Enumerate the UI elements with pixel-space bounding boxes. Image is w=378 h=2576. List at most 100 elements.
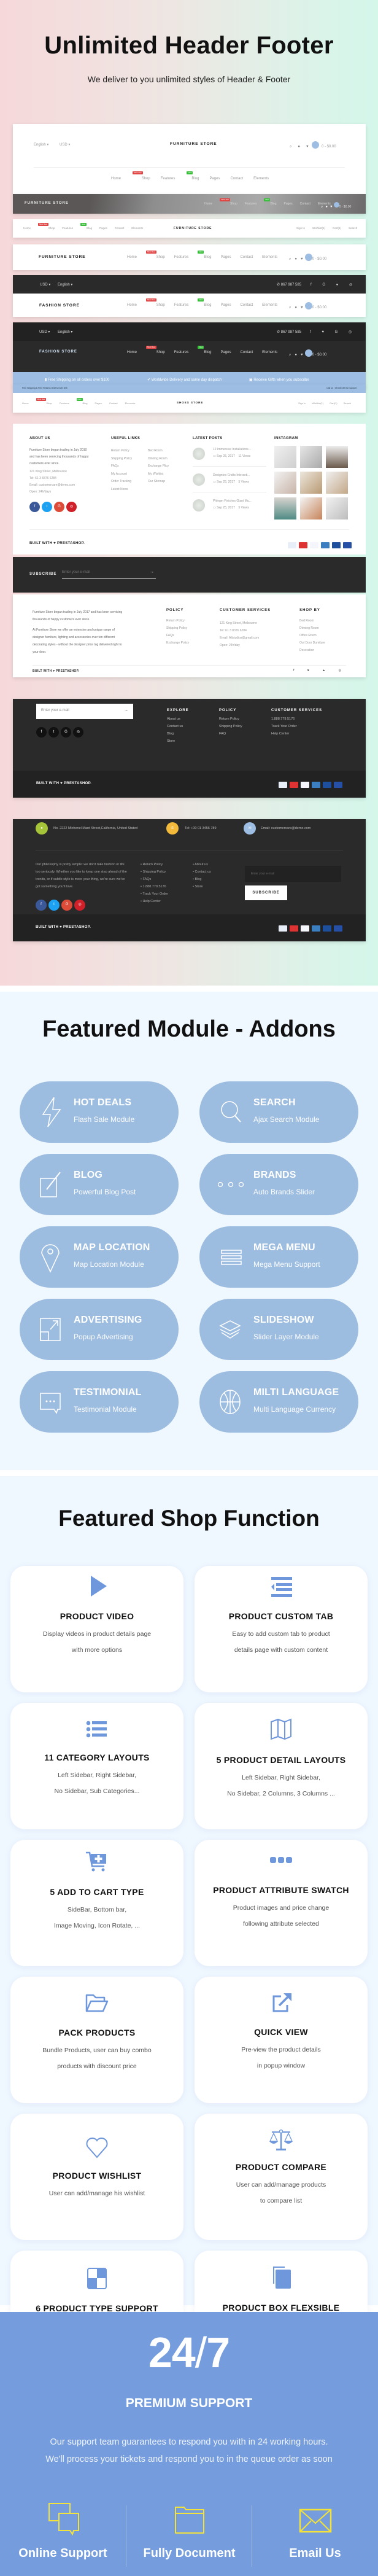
footer-link[interactable]: Contact us [167,723,183,730]
user-icon[interactable]: ● [295,306,297,309]
nav-contact[interactable]: Contact [230,177,243,181]
instagram-photo[interactable] [274,497,296,519]
nav-blog[interactable]: NewBlog [198,298,211,307]
module-map-location[interactable]: MAP LOCATION Map Location Module [20,1226,179,1288]
nav-shop[interactable]: Must SeeShop [38,223,55,230]
footer-link[interactable]: About us [167,715,183,723]
email-input[interactable]: Enter your e-mail → [36,704,133,719]
nav-contact[interactable]: Contact [240,303,253,307]
search-link[interactable]: Search [349,227,357,230]
heart-icon[interactable]: ♥ [301,257,303,261]
nav-contact[interactable]: Contact [240,351,253,354]
nav-home[interactable]: Home [204,202,212,206]
heart-icon[interactable]: ♥ [301,306,303,309]
nav-elements[interactable]: Elements [253,177,269,181]
footer-link[interactable]: Help Center [271,730,297,737]
post-thumbnail[interactable] [193,448,205,460]
footer-link[interactable]: Exchange Plicy [148,462,169,470]
nav-features[interactable]: Features [161,177,176,181]
post-thumbnail[interactable] [193,473,205,486]
footer-link[interactable]: • Contact us [193,868,211,876]
footer-link[interactable]: My Wishlist [148,470,169,478]
social-icons[interactable]: f ♥ G ◎ [310,330,357,334]
cart-icon[interactable] [333,202,339,208]
footer-link[interactable]: • Track Your Order [141,890,168,898]
search-icon[interactable]: ⌕ [321,205,323,209]
footer-link[interactable]: • Store [193,883,211,890]
post-thumbnail[interactable] [193,499,205,512]
nav-features[interactable]: Features [174,303,189,307]
footer-link[interactable]: Out Door Dumiture [299,639,325,647]
nav-contact[interactable]: Contact [109,402,118,405]
cart-icon[interactable] [304,253,312,261]
footer-link[interactable]: Return Policy [111,447,132,455]
module-brands[interactable]: BRANDS Auto Brands Slider [199,1154,358,1215]
nav-pages[interactable]: Pages [209,177,220,181]
footer-link[interactable]: • Shipping Policy [141,868,168,876]
nav-shop[interactable]: Must SeeShop [146,251,165,259]
post-item[interactable]: Phlegm Finishes Giant Mu... ▭ Sep 25, 201… [213,498,252,512]
footer-link[interactable]: • FAQs [141,876,168,883]
post-item[interactable]: Designtex Crafts Interacti... ▭ Sep 25, 2… [213,472,250,486]
facebook-icon[interactable]: f [36,900,47,911]
nav-elements[interactable]: Elements [125,402,136,405]
email-input[interactable]: Enter your e-mail [245,866,341,882]
cart-link[interactable]: Cart(1) [330,402,337,405]
nav-features[interactable]: Features [62,227,73,230]
footer-link[interactable]: Return Policy [166,617,189,625]
footer-link[interactable]: Order Tracking [111,478,132,486]
currency-select[interactable]: USD ▾ [40,282,50,287]
footer-link[interactable]: FAQ [219,730,242,737]
nav-home[interactable]: Home [111,177,121,181]
user-icon[interactable]: ● [295,353,297,357]
instagram-photo[interactable] [326,446,348,468]
email-us-item[interactable]: Email Us [252,2502,378,2576]
nav-pages[interactable]: Pages [284,202,292,206]
search-icon[interactable]: ⌕ [289,306,291,310]
twitter-icon[interactable]: t [48,727,59,737]
module-multi-language[interactable]: MILTI LANGUAGE Multi Language Currency [199,1371,358,1433]
user-icon[interactable]: ● [325,205,328,209]
arrow-right-icon[interactable]: → [124,708,128,712]
footer-link[interactable]: Store [167,737,183,745]
instagram-photo[interactable] [300,497,322,519]
nav-shop[interactable]: Must SeeShop [131,171,150,181]
search-link[interactable]: Search [344,402,352,405]
footer-link[interactable]: • Return Policy [141,861,168,868]
nav-blog[interactable]: NewBlog [198,346,211,354]
nav-features[interactable]: Features [174,351,189,354]
social-icons[interactable]: f G ● ◎ [310,282,357,287]
instagram-photo[interactable] [326,472,348,494]
twitter-icon[interactable]: t [42,502,52,512]
instagram-icon[interactable]: ◎ [73,727,83,737]
social-icons[interactable]: f ♥ ▲ ◎ [293,669,347,672]
cart-link[interactable]: Cart(1) [333,227,341,230]
footer-link[interactable]: Our Sitemap [148,478,169,486]
footer-link[interactable]: Shipping Policy [219,723,242,730]
module-search[interactable]: SEARCH Ajax Search Module [199,1081,358,1143]
heart-icon[interactable]: ♥ [306,145,309,149]
heart-icon[interactable]: ♥ [330,205,333,209]
google-icon[interactable]: G [61,900,72,911]
user-icon[interactable]: ● [298,145,300,149]
footer-link[interactable]: Shipping Policy [166,625,189,632]
footer-link[interactable]: • 1.888.779.5176 [141,883,168,890]
cart-icon[interactable] [304,302,312,309]
footer-link[interactable]: • Help Center [141,898,168,905]
footer-link[interactable]: Track Your Order [271,723,297,730]
post-item[interactable]: 12 Immersive Installations... ▭ Sep 25, 2… [213,446,251,460]
search-icon[interactable]: ⌕ [290,145,291,149]
cart-icon[interactable] [304,349,312,357]
nav-pages[interactable]: Pages [95,402,102,405]
footer-link[interactable]: Shipping Policy [111,455,132,463]
instagram-photo[interactable] [300,446,322,468]
footer-link[interactable]: Return Policy [219,715,242,723]
footer-link[interactable]: Blog [167,730,183,737]
nav-blog[interactable]: NewBlog [264,198,276,206]
nav-pages[interactable]: Pages [220,303,231,307]
currency-select[interactable]: USD ▾ [39,330,50,334]
google-icon[interactable]: G [61,727,71,737]
module-advertising[interactable]: ADVERTISING Popup Advertising [20,1299,179,1360]
nav-shop[interactable]: Must SeeShop [220,198,237,206]
footer-link[interactable]: Office Room [299,632,325,639]
